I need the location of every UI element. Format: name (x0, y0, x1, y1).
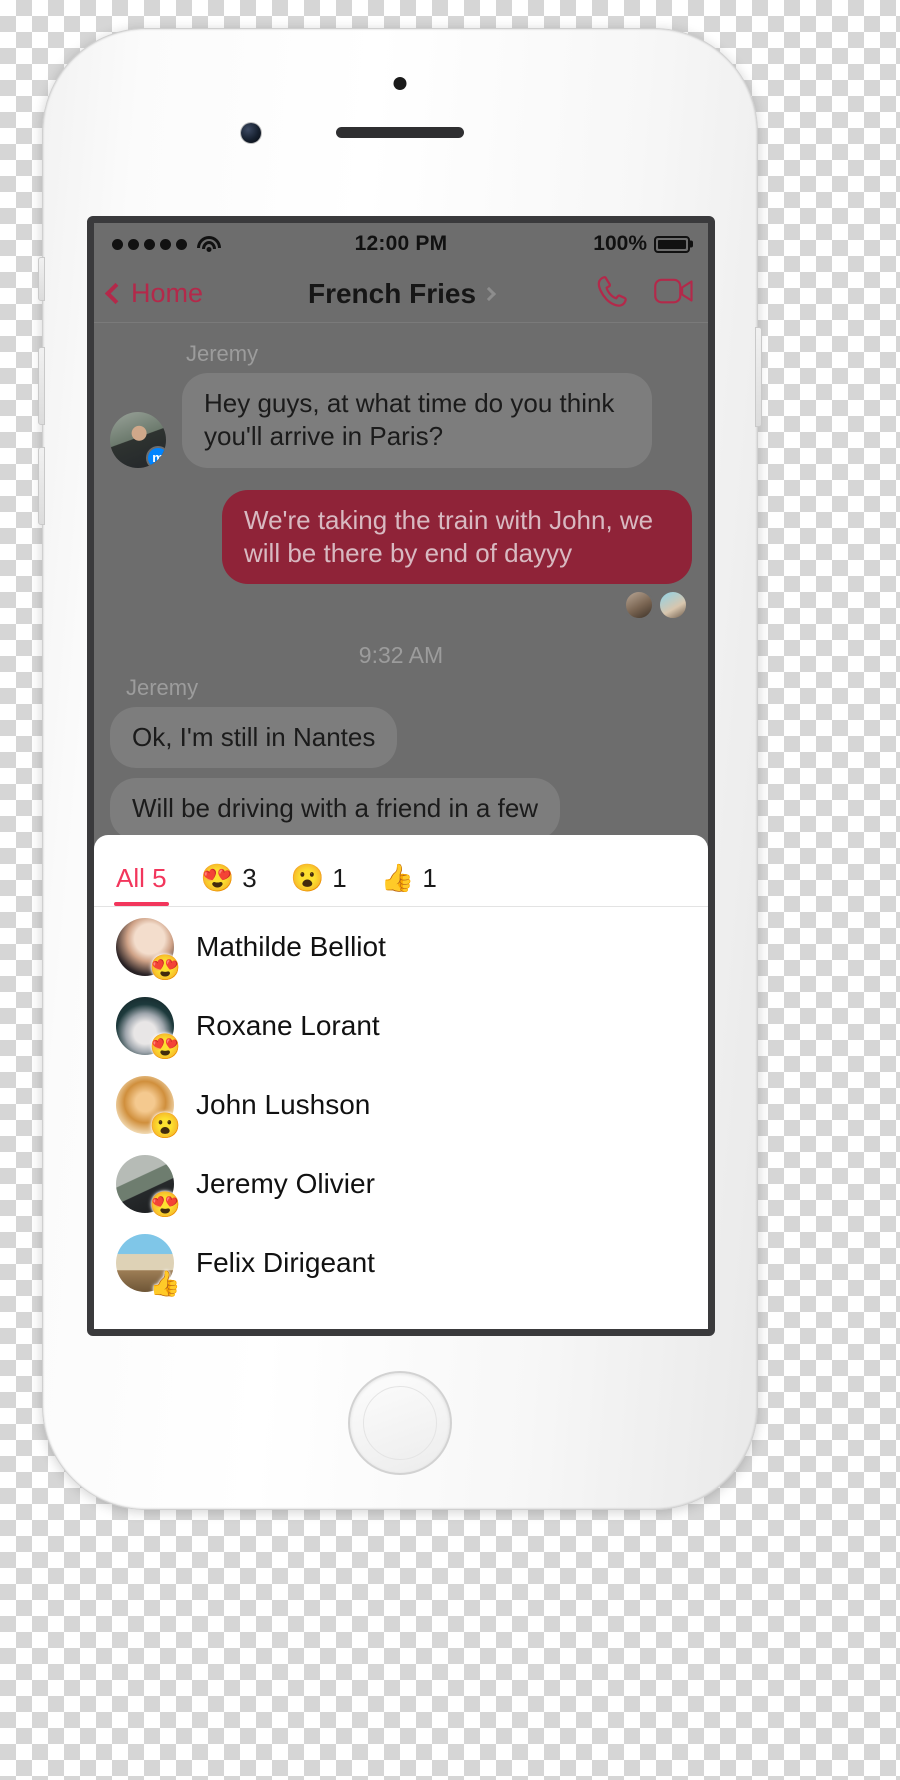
reactor-name: Roxane Lorant (196, 1009, 380, 1041)
reactor-thumb-2 (658, 590, 688, 621)
message-sender-name: Jeremy (126, 675, 199, 701)
list-item[interactable]: 😮 John Lushson (94, 1065, 708, 1144)
avatar[interactable]: m (110, 411, 166, 468)
message-reactors[interactable] (110, 590, 688, 621)
nav-actions (594, 273, 694, 314)
chevron-left-icon (104, 282, 127, 305)
list-item[interactable]: 😍 Mathilde Belliot (94, 907, 708, 986)
front-camera (241, 123, 261, 143)
back-button-label: Home (131, 278, 204, 308)
status-bar-right: 100% (593, 232, 690, 256)
reactor-name: Jeremy Olivier (196, 1167, 375, 1199)
reaction-tabs: All 5 😍 3 😮 1 👍 1 (94, 835, 708, 907)
reactor-name: John Lushson (196, 1088, 371, 1120)
message-bubble[interactable]: Will be driving with a friend in a few (110, 778, 561, 840)
volume-down-button[interactable] (38, 447, 45, 525)
reactor-name: Felix Dirigeant (196, 1246, 375, 1278)
volume-up-button[interactable] (38, 347, 45, 425)
home-button[interactable] (348, 1371, 452, 1475)
avatar: 😮 (116, 1075, 181, 1138)
message-bubble[interactable]: Ok, I'm still in Nantes (110, 707, 398, 769)
message-row: Ok, I'm still in Nantes (110, 707, 692, 769)
wow-emoji-icon: 😮 (290, 863, 325, 893)
like-emoji-icon: 👍 (380, 863, 415, 893)
reactions-sheet: All 5 😍 3 😮 1 👍 1 😍 Mathilde Belliot 😍 R… (94, 835, 708, 1329)
avatar: 👍 (116, 1233, 181, 1296)
page-title: French Fries (307, 277, 477, 309)
love-emoji-icon: 😍 (200, 863, 235, 893)
status-time: 12:00 PM (354, 232, 448, 255)
messenger-badge-icon: m (146, 445, 166, 468)
wifi-icon (197, 235, 221, 253)
silence-switch[interactable] (38, 257, 45, 301)
tab-like[interactable]: 👍 1 (381, 863, 437, 906)
earpiece-speaker (336, 127, 464, 138)
tab-all-label: All 5 (116, 863, 167, 893)
tab-love-count: 3 (242, 863, 257, 893)
list-item[interactable]: 😍 Jeremy Olivier (94, 1144, 708, 1223)
message-row: We're taking the train with John, we wil… (110, 489, 692, 585)
list-item[interactable]: 👍 Felix Dirigeant (94, 1223, 708, 1302)
message-sender-name: Jeremy (186, 341, 259, 366)
phone-icon[interactable] (594, 273, 630, 314)
navigation-bar: Home French Fries (94, 265, 708, 323)
conversation-title-button[interactable]: French Fries (307, 277, 497, 310)
reactor-thumb-1 (624, 590, 654, 621)
phone-device: 12:00 PM 100% Home French Fries Jeremy m… (38, 28, 762, 1510)
battery-full-icon (654, 235, 690, 253)
battery-percent-label: 100% (593, 232, 647, 255)
message-row: Will be driving with a friend in a few (110, 778, 692, 840)
avatar: 😍 (116, 1154, 181, 1217)
avatar: 😍 (116, 996, 181, 1059)
message-bubble[interactable]: Hey guys, at what time do you think you'… (182, 373, 652, 468)
phone-screen: 12:00 PM 100% Home French Fries Jeremy m… (87, 216, 715, 1336)
tab-all[interactable]: All 5 (114, 863, 169, 906)
tab-like-count: 1 (422, 863, 437, 893)
message-row: m Hey guys, at what time do you think yo… (110, 373, 692, 468)
reaction-emoji-icon: 😍 (149, 1032, 181, 1061)
avatar: 😍 (116, 917, 181, 980)
video-camera-icon[interactable] (654, 276, 694, 311)
reactor-list[interactable]: 😍 Mathilde Belliot 😍 Roxane Lorant 😮 Joh… (94, 907, 708, 1302)
reaction-emoji-icon: 😍 (149, 953, 181, 982)
list-item[interactable]: 😍 Roxane Lorant (94, 986, 708, 1065)
power-button[interactable] (755, 327, 762, 427)
reaction-emoji-icon: 😮 (149, 1111, 181, 1140)
back-button[interactable]: Home (104, 278, 204, 309)
tab-love[interactable]: 😍 3 (201, 863, 257, 906)
proximity-sensor (393, 77, 407, 90)
thread-timestamp: 9:32 AM (358, 642, 444, 669)
tab-wow[interactable]: 😮 1 (291, 863, 347, 906)
tab-wow-count: 1 (332, 863, 347, 893)
message-bubble[interactable]: We're taking the train with John, we wil… (222, 489, 692, 585)
status-bar: 12:00 PM 100% (94, 223, 708, 265)
reaction-emoji-icon: 😍 (149, 1190, 181, 1219)
reaction-emoji-icon: 👍 (149, 1269, 181, 1298)
chevron-right-icon (481, 286, 497, 301)
signal-strength-icon (112, 238, 187, 250)
reactor-name: Mathilde Belliot (196, 930, 386, 962)
